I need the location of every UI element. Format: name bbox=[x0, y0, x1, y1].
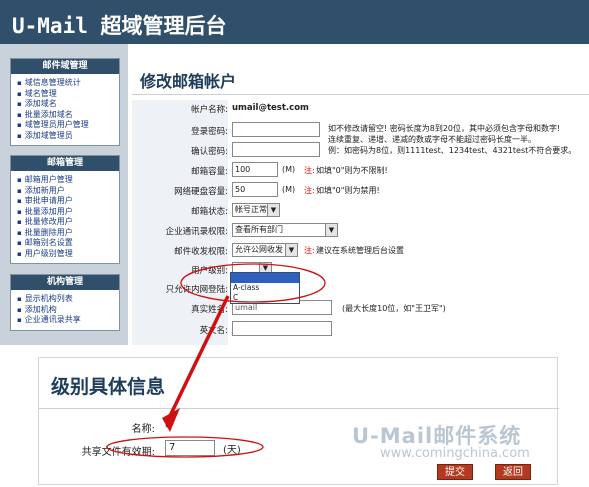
sidebar-section-title: 机构管理 bbox=[11, 275, 119, 290]
page-title: 修改邮箱帐户 bbox=[140, 72, 237, 91]
mailbox-status-value: 帐号正常 bbox=[235, 205, 267, 214]
sidebar-item-domain-manage[interactable]: 域名管理 bbox=[17, 89, 119, 100]
account-value: umail@test.com bbox=[232, 103, 309, 113]
back-button[interactable]: 返回 bbox=[495, 464, 531, 480]
intranet-only-label: 只允许内网登陆: bbox=[165, 285, 228, 295]
mailbox-capacity-hint: 如填"0"则为不限制! bbox=[316, 166, 388, 175]
sidebar-item-add-domain-admin[interactable]: 添加域管理员 bbox=[17, 131, 119, 142]
mailbox-status-label: 邮箱状态: bbox=[191, 207, 228, 217]
sidebar-item-contacts-share[interactable]: 企业通讯录共享 bbox=[17, 315, 119, 326]
english-name-label: 英文名: bbox=[199, 326, 228, 336]
chevron-down-icon: ▼ bbox=[267, 204, 279, 216]
submit-button[interactable]: 提交 bbox=[437, 464, 473, 480]
confirm-password-field[interactable] bbox=[232, 142, 320, 157]
sidebar-section-domain: 邮件域管理 域信息管理统计 域名管理 添加域名 批量添加域名 域管理员用户管理 … bbox=[10, 58, 120, 146]
watermark-url: www.comingchina.com bbox=[380, 446, 530, 461]
sidebar-item-add-org[interactable]: 添加机构 bbox=[17, 305, 119, 316]
sidebar-item-user-levels[interactable]: 用户级别管理 bbox=[17, 249, 119, 260]
confirm-password-label: 确认密码: bbox=[191, 147, 228, 157]
sidebar-item-batch-edit-users[interactable]: 批量修改用户 bbox=[17, 217, 119, 228]
password-hint-1: 如不修改请留空! 密码长度为8到20位，其中必须包含字母和数字! bbox=[328, 124, 561, 133]
contacts-permission-value: 查看所有部门 bbox=[235, 225, 283, 234]
send-receive-permission-select[interactable]: 允许公网收发 ▼ bbox=[232, 243, 298, 257]
send-receive-permission-value: 允许公网收发 bbox=[235, 245, 283, 254]
contacts-permission-label: 企业通讯录权限: bbox=[165, 227, 228, 237]
divider bbox=[132, 94, 589, 95]
password-hint-2: 连续重复、递增、递减的数或字母不能超过密码长度一半。 bbox=[328, 135, 536, 144]
mailbox-capacity-label: 邮箱容量: bbox=[191, 167, 228, 177]
sidebar-item-batch-delete-users[interactable]: 批量删除用户 bbox=[17, 228, 119, 239]
account-label: 帐户名称: bbox=[191, 105, 228, 115]
sidebar-item-add-domain[interactable]: 添加域名 bbox=[17, 99, 119, 110]
level-name-label: 名称: bbox=[131, 424, 155, 435]
sidebar-section-org: 机构管理 显示机构列表 添加机构 企业通讯录共享 bbox=[10, 274, 120, 331]
sidebar-item-approve-users[interactable]: 审批申请用户 bbox=[17, 196, 119, 207]
dropdown-option-a-class[interactable]: A-class bbox=[231, 283, 299, 293]
sidebar-item-domain-stats[interactable]: 域信息管理统计 bbox=[17, 78, 119, 89]
sidebar-item-org-list[interactable]: 显示机构列表 bbox=[17, 294, 119, 305]
level-name-value: C bbox=[165, 420, 173, 431]
password-hint-3: 例：如密码为8位，则1111test、1234test、4321test不符合要… bbox=[328, 146, 577, 155]
app-title: U-Mail 超域管理后台 bbox=[12, 14, 227, 38]
share-validity-label: 共享文件有效期: bbox=[81, 447, 155, 458]
sidebar: 邮件域管理 域信息管理统计 域名管理 添加域名 批量添加域名 域管理员用户管理 … bbox=[0, 44, 128, 345]
contacts-permission-select[interactable]: 查看所有部门 ▼ bbox=[232, 223, 338, 237]
share-validity-unit: (天) bbox=[223, 445, 241, 456]
english-name-input[interactable] bbox=[232, 321, 332, 336]
real-name-label: 真实姓名: bbox=[191, 305, 228, 315]
password-label: 登录密码: bbox=[191, 127, 228, 137]
sidebar-item-batch-add-domain[interactable]: 批量添加域名 bbox=[17, 110, 119, 121]
sidebar-item-alias-settings[interactable]: 邮箱别名设置 bbox=[17, 238, 119, 249]
mailbox-capacity-note: 注: bbox=[304, 166, 315, 175]
share-validity-input[interactable]: 7 bbox=[165, 440, 215, 456]
sidebar-item-domain-admins[interactable]: 域管理员用户管理 bbox=[17, 120, 119, 131]
send-receive-hint: 建议在系统管理后台设置 bbox=[316, 246, 404, 255]
sidebar-item-mailbox-users[interactable]: 邮箱用户管理 bbox=[17, 175, 119, 186]
mailbox-capacity-unit: (M) bbox=[282, 165, 296, 174]
real-name-hint: (最大长度10位，如"王卫军") bbox=[342, 304, 446, 313]
sidebar-section-title: 邮件域管理 bbox=[11, 59, 119, 74]
send-receive-permission-label: 邮件收发权限: bbox=[174, 247, 228, 257]
top-bar: U-Mail 超域管理后台 bbox=[0, 0, 589, 44]
sidebar-item-batch-add-users[interactable]: 批量添加用户 bbox=[17, 207, 119, 218]
main-content: 修改邮箱帐户 帐户名称: umail@test.com 登录密码: 确认密码: … bbox=[128, 44, 589, 345]
level-detail-title: 级别具体信息 bbox=[51, 376, 166, 398]
chevron-down-icon: ▼ bbox=[285, 244, 297, 256]
admin-screenshot: U-Mail 超域管理后台 邮件域管理 域信息管理统计 域名管理 添加域名 批量… bbox=[0, 0, 589, 345]
dropdown-option-blank[interactable] bbox=[231, 273, 299, 283]
send-receive-note: 注: bbox=[304, 246, 315, 255]
chevron-down-icon: ▼ bbox=[325, 224, 337, 236]
netdisk-capacity-unit: (M) bbox=[282, 185, 296, 194]
netdisk-capacity-note: 注: bbox=[304, 186, 315, 195]
netdisk-capacity-hint: 如填"0"则为禁用! bbox=[316, 186, 380, 195]
netdisk-capacity-label: 网络硬盘容量: bbox=[174, 187, 228, 197]
dropdown-option-c[interactable]: C bbox=[231, 293, 299, 303]
sidebar-item-add-user[interactable]: 添加新用户 bbox=[17, 186, 119, 197]
netdisk-capacity-input[interactable]: 50 bbox=[232, 182, 278, 197]
sidebar-section-mailbox: 邮箱管理 邮箱用户管理 添加新用户 审批申请用户 批量添加用户 批量修改用户 批… bbox=[10, 155, 120, 264]
mailbox-capacity-input[interactable]: 100 bbox=[232, 162, 278, 177]
sidebar-section-title: 邮箱管理 bbox=[11, 156, 119, 171]
password-field[interactable] bbox=[232, 122, 320, 137]
divider bbox=[39, 408, 559, 409]
user-level-dropdown[interactable]: A-class C bbox=[230, 272, 300, 304]
mailbox-status-select[interactable]: 帐号正常 ▼ bbox=[232, 203, 280, 217]
user-level-label: 用户级别: bbox=[191, 266, 228, 276]
